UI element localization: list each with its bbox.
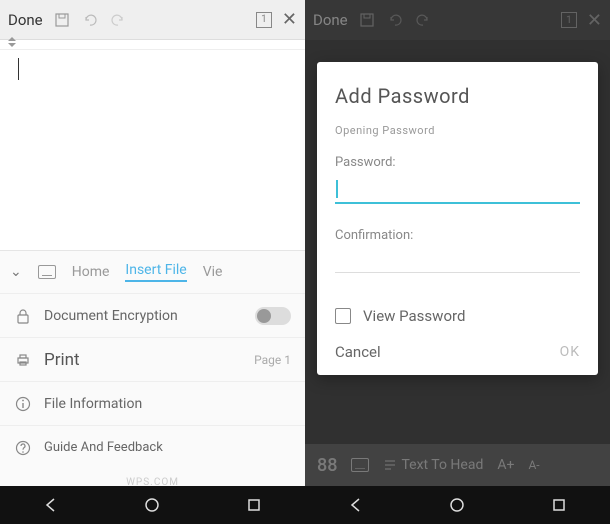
save-icon[interactable] [53,11,71,29]
done-button[interactable]: Done [8,11,43,29]
file-info-label: File Information [44,396,291,412]
tab-home[interactable]: Home [72,264,110,280]
dialog-title: Add Password [335,84,580,108]
right-screenshot: Done 1 ✕ 88 Text To Head A+ A- Add Passw… [305,0,610,524]
cancel-button[interactable]: Cancel [335,343,381,361]
top-toolbar: Done 1 ✕ [0,0,305,40]
nav-recent-icon[interactable] [545,491,573,519]
view-password-checkbox[interactable] [335,308,351,324]
chevron-down-icon[interactable]: ⌄ [10,264,22,280]
android-navbar [305,486,610,524]
document-canvas[interactable] [0,40,305,250]
nav-home-icon[interactable] [443,491,471,519]
printer-icon [14,351,32,369]
confirmation-label: Confirmation: [335,228,580,243]
text-cursor [336,180,338,198]
confirmation-input[interactable] [335,249,580,273]
ruler [0,40,305,50]
text-cursor [18,58,19,80]
add-password-dialog: Add Password Opening Password Password: … [317,62,598,375]
redo-icon[interactable] [109,11,127,29]
tabs-row: ⌄ Home Insert File Vie [0,251,305,293]
lock-icon [14,307,32,325]
undo-icon[interactable] [81,11,99,29]
view-password-label: View Password [363,307,465,325]
dialog-buttons: Cancel OK [335,343,580,361]
page-indicator[interactable]: 1 [256,12,272,28]
tab-view[interactable]: Vie [203,264,223,280]
left-screenshot: Done 1 ✕ ⌄ Home Insert File Vie Docu [0,0,305,524]
encryption-label: Document Encryption [44,308,243,324]
row-file-info[interactable]: File Information [0,381,305,425]
close-icon[interactable]: ✕ [282,9,297,30]
android-navbar [0,486,305,524]
info-icon [14,395,32,413]
help-icon [14,439,32,457]
ok-button[interactable]: OK [560,344,580,360]
password-label: Password: [335,155,580,170]
view-password-row[interactable]: View Password [335,307,580,325]
nav-home-icon[interactable] [138,491,166,519]
row-print[interactable]: Print Page 1 [0,337,305,381]
bottom-panel: ⌄ Home Insert File Vie Document Encrypti… [0,250,305,492]
nav-recent-icon[interactable] [240,491,268,519]
row-guide-feedback[interactable]: Guide And Feedback [0,425,305,469]
nav-back-icon[interactable] [37,491,65,519]
password-input[interactable] [335,176,580,204]
keyboard-icon[interactable] [38,265,56,279]
nav-back-icon[interactable] [342,491,370,519]
row-document-encryption[interactable]: Document Encryption [0,293,305,337]
encryption-toggle[interactable] [255,307,291,325]
tab-insert-file[interactable]: Insert File [125,262,186,282]
print-page-info: Page 1 [254,353,291,367]
print-label: Print [44,350,242,370]
guide-label: Guide And Feedback [44,440,291,455]
section-label: Opening Password [335,124,580,137]
